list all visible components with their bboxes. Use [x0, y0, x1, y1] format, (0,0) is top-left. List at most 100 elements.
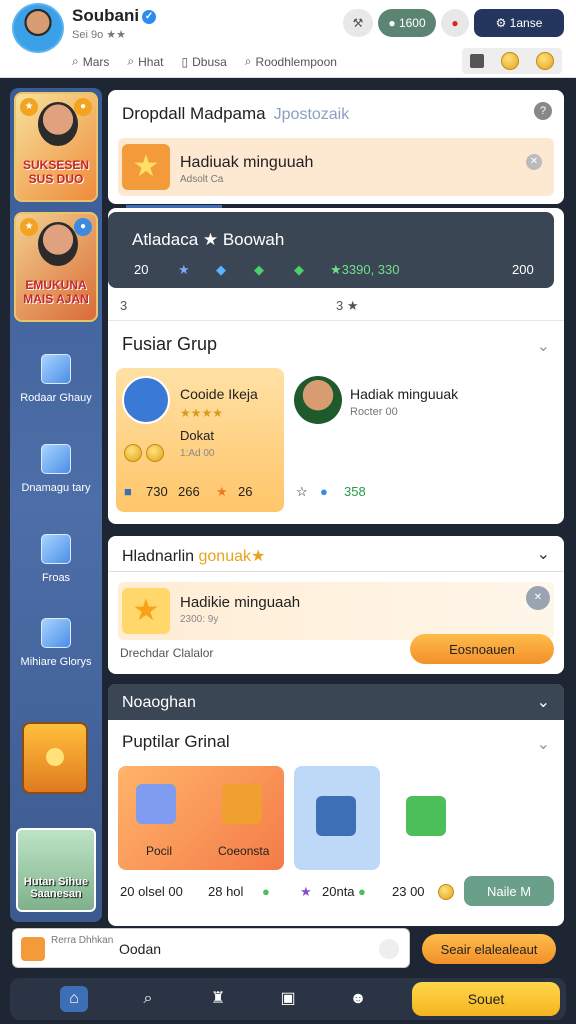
hammer-button[interactable]: ⚒ — [343, 9, 373, 37]
sidebar-item-mihiare[interactable]: Mihiare Glorys — [10, 618, 102, 668]
coin-icon: ● — [262, 884, 270, 899]
gem-icon: ◆ — [216, 262, 226, 277]
notice-subtitle: 2300: 9y — [180, 614, 219, 625]
sidebar-item-label: Froas — [41, 572, 71, 584]
coin-icon: ● — [320, 484, 328, 499]
sidebar-item-dnamagu[interactable]: Dnamagu tary — [10, 444, 102, 494]
star-outline-icon: ☆ — [296, 484, 308, 499]
search-icon: ⌕ — [72, 54, 79, 68]
reward-card: Hladnarlin gonuak★ ⌄ ★ Hadikie minguaah … — [108, 536, 564, 674]
section-title: Fusiar Grup — [122, 334, 218, 354]
tab-mars[interactable]: ⌕ Mars — [72, 54, 109, 69]
tablet-icon[interactable]: ▣ — [274, 986, 302, 1012]
chevron-down-icon[interactable]: ⌄ — [537, 692, 550, 712]
star-icon: ★ — [122, 588, 170, 634]
coin-icon[interactable] — [500, 52, 519, 70]
alert-button[interactable]: ● — [441, 9, 469, 37]
sidebar-item-froas[interactable]: Froas — [10, 534, 102, 584]
row-count-left: 3 — [120, 298, 128, 313]
chevron-down-icon[interactable]: ⌄ — [537, 734, 550, 754]
sidebar-item-label: Mihiare Glorys — [20, 656, 92, 668]
notice-subtitle: Adsolt Ca — [180, 174, 224, 185]
card-icon — [316, 796, 356, 836]
popular-header[interactable]: Noaoghan ⌄ — [108, 684, 564, 720]
tile-label: Coeonsta — [218, 844, 270, 858]
popular-action-button[interactable]: Naile M — [464, 876, 554, 906]
user-subtitle: Sei 9o ★★ — [72, 29, 126, 41]
claim-button[interactable]: Eosnoauen — [410, 634, 554, 664]
promo-banner-2[interactable]: ★ ● EMUKUNA MAIS AJAN — [14, 212, 98, 322]
user-avatar[interactable] — [294, 376, 342, 424]
item-subtitle: Rocter 00 — [350, 406, 398, 418]
divider — [108, 320, 564, 321]
dropdown-card: Dropdall Madpama Jpostozaik ? ★ Hadiuak m… — [108, 90, 564, 204]
tile-pocil[interactable]: Pocil Coeonsta — [118, 766, 284, 870]
search-bar[interactable]: Rerra Dhhkan Oodan — [12, 928, 410, 968]
foot-value-c: 20nta — [322, 884, 355, 899]
group-item-card[interactable]: Cooide Ikeja ★★★★ Dokat 1:Ad 00 — [116, 368, 284, 512]
foot-value-d: 358 — [344, 484, 366, 499]
bottom-nav: ⌂ ⌕ ♜ ▣ ☻ Souet — [10, 978, 566, 1020]
chart-icon — [41, 534, 71, 564]
primary-nav-button[interactable]: Souet — [412, 982, 560, 1016]
foot-value-b: 28 hol — [208, 884, 244, 899]
gem-icon: ◆ — [294, 262, 304, 277]
grid-icon[interactable] — [470, 54, 485, 68]
search-hint: Rerra Dhhkan — [51, 935, 114, 946]
search-icon[interactable]: ⌕ — [134, 986, 162, 1012]
star-icon: ★ — [122, 144, 170, 190]
tab-dbusa[interactable]: ▯ Dbusa — [182, 54, 227, 69]
stat-right: 200 — [512, 262, 534, 277]
premium-button[interactable]: ⚙ 1anse — [474, 9, 564, 37]
foot-value-a: 730 — [146, 484, 168, 499]
stat-mid: ★3390, 330 — [330, 262, 400, 277]
footer-text: Drechdar Clalalor — [120, 646, 214, 660]
close-icon[interactable]: ✕ — [526, 586, 550, 610]
profile-icon[interactable]: ☻ — [344, 986, 372, 1012]
tab-hhat[interactable]: ⌕ Hhat — [127, 54, 163, 69]
notice-banner[interactable]: ★ Hadiuak minguuah Adsolt Ca ✕ — [118, 138, 554, 196]
close-icon[interactable]: ✕ — [526, 154, 542, 170]
search-icon: ⌕ — [127, 54, 135, 68]
tile-card[interactable] — [294, 766, 380, 870]
tab-roodh[interactable]: ⌕ Roodhlempoon — [245, 54, 337, 69]
person-image — [38, 102, 78, 146]
promo-text: EMUKUNA MAIS AJAN — [23, 278, 89, 306]
check-icon: ● — [358, 884, 366, 899]
group-photo[interactable]: Hutan Sihue Saanesan — [16, 828, 96, 912]
clear-icon[interactable] — [379, 939, 399, 959]
tile-gift[interactable] — [390, 766, 462, 870]
coins-icon — [124, 444, 164, 465]
coin-icon — [438, 884, 454, 903]
leaf-icon: ◆ — [254, 262, 264, 277]
trophy-icon[interactable]: ♜ — [204, 986, 232, 1012]
edit-icon — [41, 618, 71, 648]
item-title: Hadiak minguuak — [350, 386, 459, 402]
item-label: Dokat — [180, 428, 214, 443]
top-icon-group — [462, 48, 562, 74]
sidebar-item-rodaar[interactable]: Rodaar Ghauy — [10, 354, 102, 404]
reward-notice[interactable]: ★ Hadikie minguaah 2300: 9y ✕ — [118, 582, 554, 640]
rating-stars: ★★★★ — [180, 406, 224, 420]
gift-icon — [222, 784, 262, 824]
avatar[interactable] — [12, 3, 64, 53]
chevron-down-icon[interactable]: ⌄ — [537, 544, 550, 564]
reward-header[interactable]: Hladnarlin gonuak★ ⌄ — [108, 536, 564, 572]
emoji-icon[interactable] — [535, 52, 554, 70]
search-button[interactable]: Seair elalealeaut — [422, 934, 556, 964]
verified-icon: ✓ — [142, 10, 157, 24]
coins-button[interactable]: ● 1600 — [378, 9, 436, 37]
help-icon[interactable]: ? — [534, 102, 552, 120]
item-title: Cooide Ikeja — [180, 386, 258, 402]
foot-value-b: 266 — [178, 484, 200, 499]
promo-banner-1[interactable]: ★ ● SUKSESEN SUS DUO — [14, 92, 98, 202]
stat-left: 20 — [134, 262, 149, 277]
chevron-down-icon[interactable]: ⌄ — [537, 336, 550, 356]
search-input[interactable]: Oodan — [119, 941, 161, 957]
header-title: Noaoghan — [122, 694, 196, 711]
section-title: Puptilar Grinal — [122, 732, 230, 751]
badge-icon: ★ — [20, 98, 38, 116]
treasure-chest-icon[interactable] — [22, 722, 88, 794]
home-icon[interactable]: ⌂ — [60, 986, 88, 1012]
horn-icon — [41, 444, 71, 474]
